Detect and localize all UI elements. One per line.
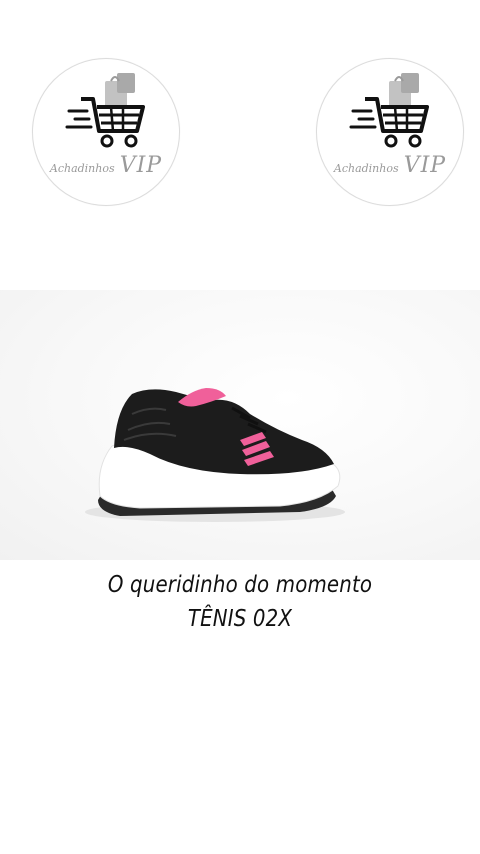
caption-product-name: TÊNIS 02X bbox=[187, 606, 293, 632]
shopping-cart-icon bbox=[65, 73, 145, 148]
brand-suffix: VIP bbox=[119, 153, 163, 178]
product-photo bbox=[0, 290, 480, 560]
brand-logo-text: Achadinhos VIP bbox=[33, 153, 179, 178]
brand-logo-left: Achadinhos VIP bbox=[32, 58, 180, 206]
shopping-cart-icon bbox=[349, 73, 429, 148]
sneaker-image bbox=[85, 388, 345, 522]
brand-prefix: Achadinhos bbox=[49, 162, 115, 175]
brand-prefix: Achadinhos bbox=[333, 162, 399, 175]
brand-logo-right: Achadinhos VIP bbox=[316, 58, 464, 206]
caption-tagline: O queridinho do momento bbox=[107, 572, 373, 598]
brand-logo-text: Achadinhos VIP bbox=[317, 153, 463, 178]
brand-suffix: VIP bbox=[403, 153, 447, 178]
